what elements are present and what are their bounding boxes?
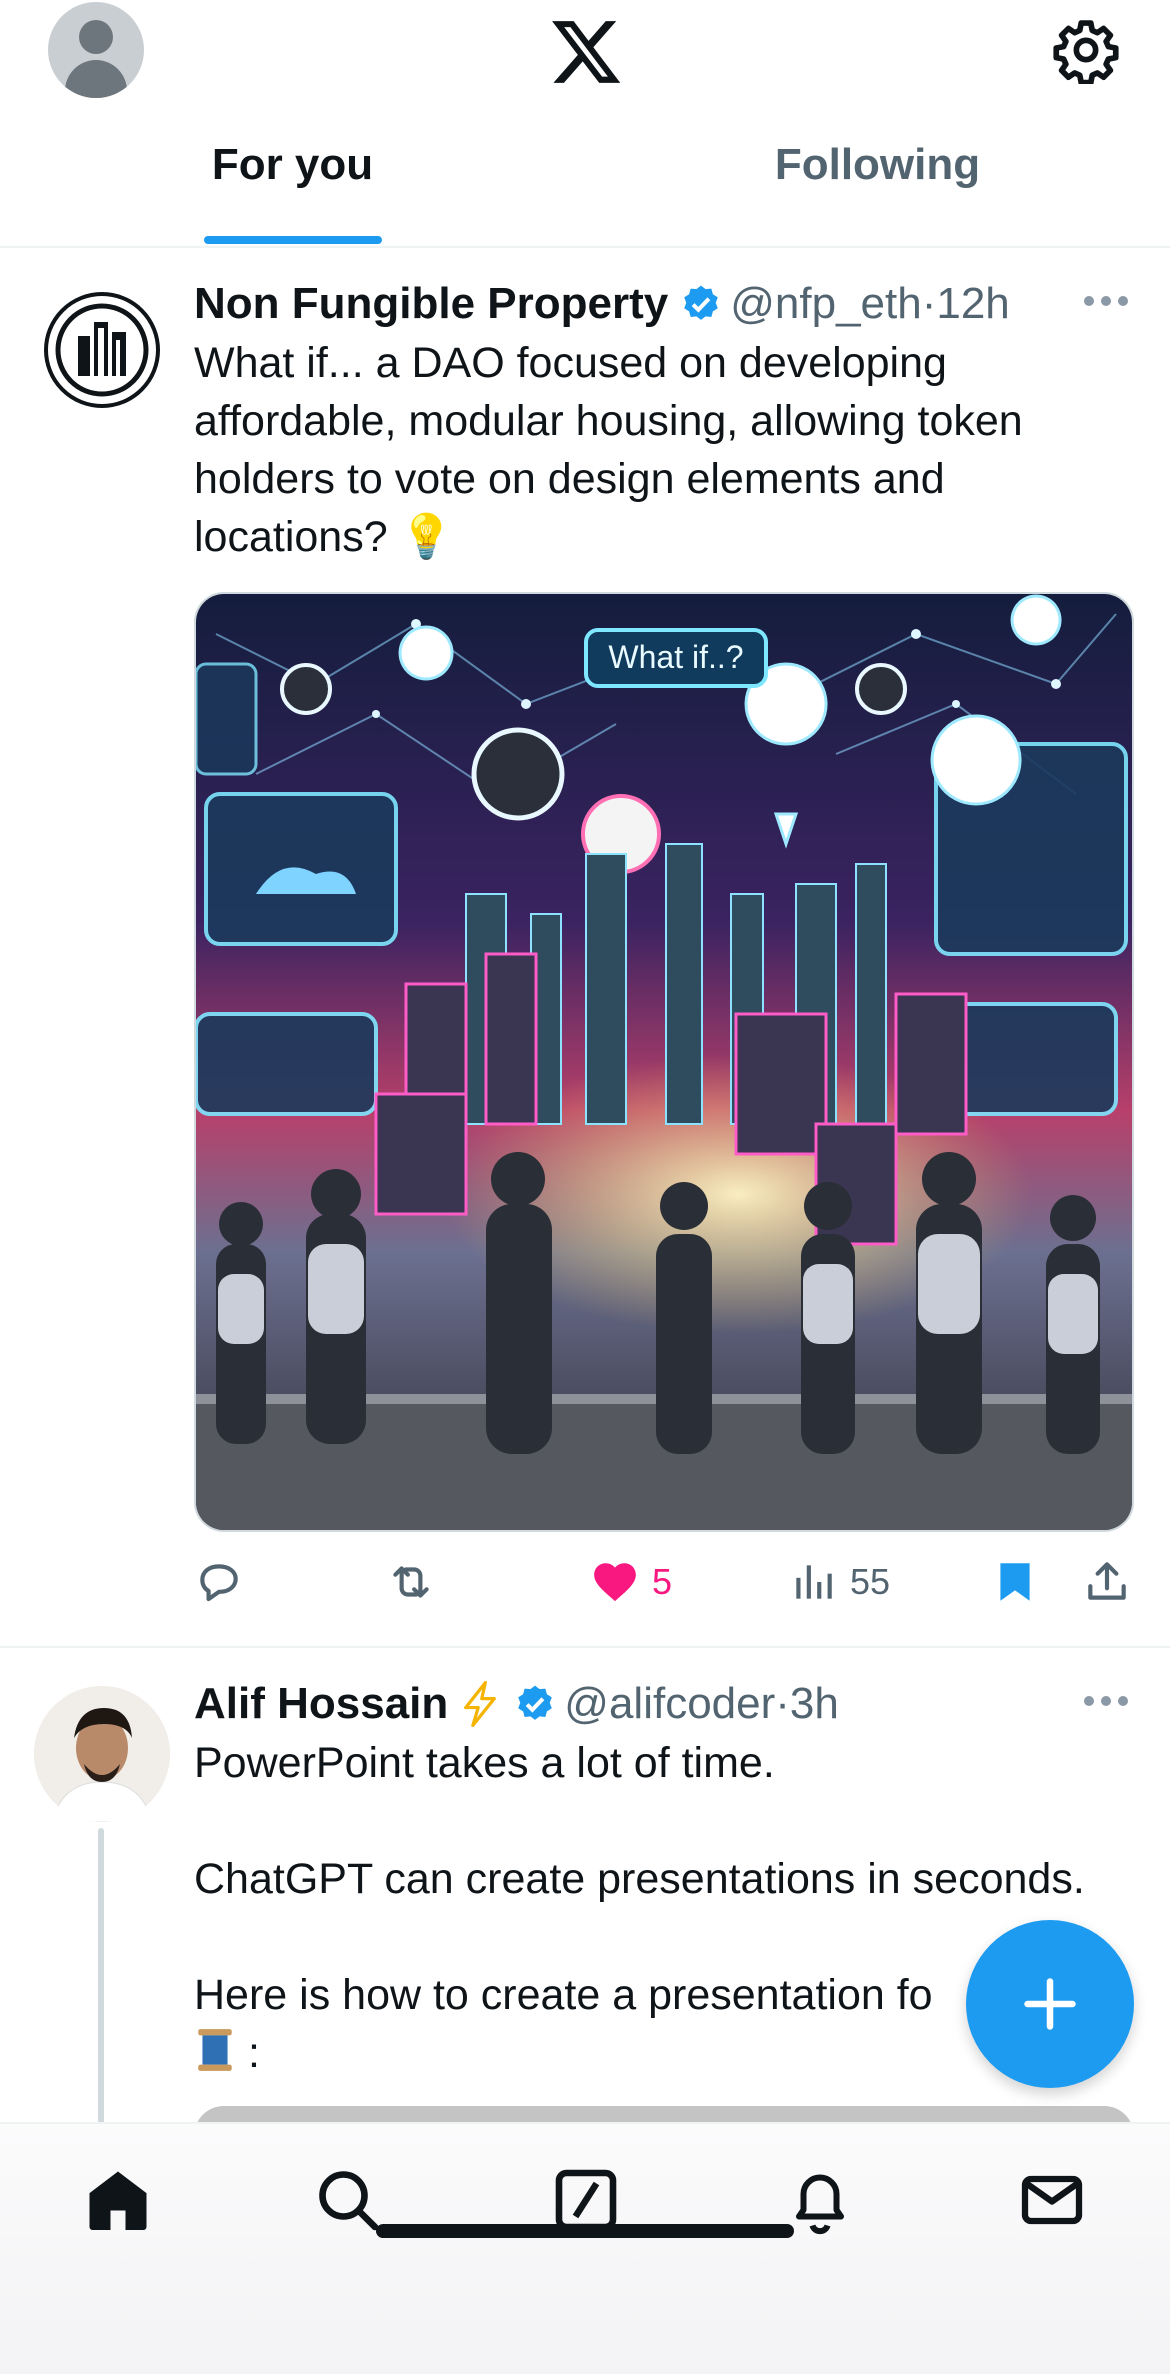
bottom-navigation — [0, 2122, 1170, 2374]
image-sign-text: What if..? — [608, 639, 743, 675]
tweet-timestamp[interactable]: 3h — [790, 1679, 839, 1729]
like-button[interactable]: 5 — [590, 1552, 672, 1612]
search-icon — [319, 2171, 379, 2231]
avatar-body-shape — [65, 60, 127, 98]
tweet-image-illustration: What if..? — [196, 594, 1132, 1530]
tweet-timestamp[interactable]: 12h — [936, 279, 1009, 329]
tweet-text-content: What if... a DAO focused on developing a… — [194, 339, 1023, 561]
tweet[interactable]: Non Fungible Property @nfp_eth · 12h Wha… — [0, 250, 1170, 1648]
share-icon — [1088, 1562, 1126, 1600]
tab-following-label: Following — [774, 140, 981, 189]
avatar-head-shape — [79, 20, 113, 54]
thread-connector-line — [98, 1828, 104, 2128]
tab-for-you-label: For you — [211, 140, 374, 189]
separator-dot: · — [921, 279, 937, 328]
author-avatar[interactable] — [44, 292, 160, 408]
tweet-header: Non Fungible Property @nfp_eth · 12h — [194, 276, 1010, 332]
reply-button[interactable] — [194, 1552, 256, 1612]
verified-badge-icon — [684, 285, 719, 320]
tweet-actions: 5 55 — [194, 1552, 1134, 1612]
top-header: For you Following — [0, 0, 1170, 248]
profile-avatar[interactable] — [48, 2, 144, 98]
bookmark-filled-icon — [1000, 1563, 1030, 1601]
more-options-icon[interactable] — [1084, 296, 1128, 308]
tweet-text: What if... a DAO focused on developing a… — [194, 334, 1154, 566]
retweet-button[interactable] — [386, 1552, 448, 1612]
thread-spool-icon — [198, 2029, 232, 2071]
author-photo — [34, 1686, 170, 1822]
nav-home[interactable] — [82, 2164, 154, 2236]
settings-gear-icon[interactable] — [1052, 16, 1120, 84]
home-icon — [89, 2171, 147, 2230]
lightning-bolt-icon — [464, 1680, 497, 1728]
notifications-bell-icon — [796, 2174, 844, 2235]
home-indicator-bar — [376, 2224, 794, 2238]
timeline-tabs: For you Following — [0, 140, 1170, 248]
bookmark-button[interactable] — [990, 1552, 1040, 1612]
thread-emoji-tail: : — [236, 2029, 260, 2077]
tweet-image[interactable]: What if..? — [194, 592, 1134, 1532]
nav-search[interactable] — [312, 2164, 384, 2236]
views-button[interactable]: 55 — [788, 1552, 890, 1612]
author-handle[interactable]: @alifcoder — [564, 1679, 775, 1729]
author-handle[interactable]: @nfp_eth — [730, 279, 921, 329]
author-avatar[interactable] — [34, 1686, 170, 1822]
heart-filled-icon — [594, 1563, 636, 1602]
like-count: 5 — [652, 1561, 673, 1602]
retweet-icon — [393, 1566, 429, 1598]
separator-dot: · — [775, 1679, 790, 1728]
tab-for-you[interactable]: For you — [0, 140, 585, 248]
active-tab-indicator — [203, 236, 382, 244]
more-options-icon[interactable] — [1084, 1696, 1128, 1708]
compose-tweet-button[interactable] — [966, 1920, 1134, 2088]
tweet-header: Alif Hossain @alifcoder · 3h — [194, 1676, 839, 1732]
tab-following[interactable]: Following — [585, 140, 1170, 248]
views-chart-icon — [796, 1565, 832, 1599]
verified-badge-icon — [518, 1685, 553, 1720]
tweet-text-content: PowerPoint takes a lot of time. ChatGPT … — [194, 1739, 1085, 2019]
reply-icon — [200, 1564, 238, 1602]
nfp-logo-icon — [55, 303, 149, 397]
messages-envelope-icon — [1021, 2175, 1083, 2225]
views-count: 55 — [850, 1561, 891, 1602]
plus-icon — [1024, 1978, 1076, 2030]
share-button[interactable] — [1082, 1552, 1132, 1612]
lightbulb-emoji: 💡 — [399, 513, 454, 561]
nav-messages[interactable] — [1016, 2164, 1088, 2236]
author-name[interactable]: Alif Hossain — [194, 1679, 448, 1729]
author-name[interactable]: Non Fungible Property — [194, 279, 668, 329]
x-logo-icon[interactable] — [548, 14, 624, 90]
nav-notifications[interactable] — [784, 2164, 856, 2236]
